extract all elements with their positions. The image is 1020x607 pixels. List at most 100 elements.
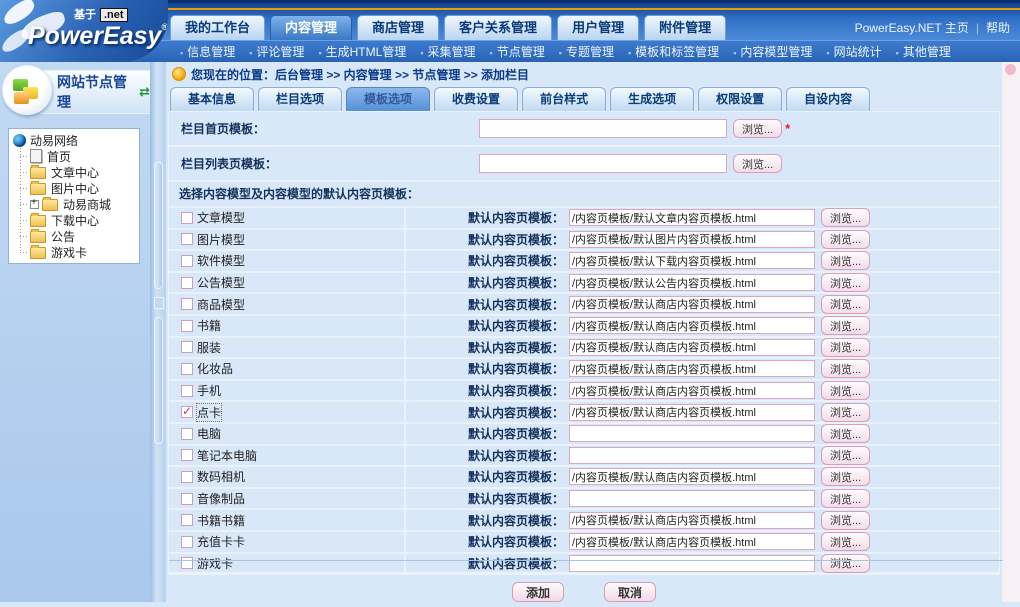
model-name[interactable]: 软件模型 bbox=[197, 252, 245, 269]
model-checkbox[interactable] bbox=[181, 428, 193, 440]
home-link[interactable]: PowerEasy.NET 主页 bbox=[855, 21, 969, 35]
model-name[interactable]: 文章模型 bbox=[197, 209, 245, 226]
sub-nav-item[interactable]: 专题管理 bbox=[559, 43, 614, 60]
content-tab[interactable]: 收费设置 bbox=[434, 87, 518, 111]
splitter-collapse-knob[interactable] bbox=[154, 297, 164, 309]
browse-button[interactable]: 浏览... bbox=[821, 251, 870, 270]
model-template-input[interactable] bbox=[569, 404, 815, 421]
content-tab[interactable]: 模板选项 bbox=[346, 87, 430, 111]
browse-button[interactable]: 浏览... bbox=[821, 273, 870, 292]
add-button[interactable]: 添加 bbox=[512, 582, 564, 602]
browse-button[interactable]: 浏览... bbox=[821, 511, 870, 530]
model-checkbox[interactable] bbox=[181, 363, 193, 375]
model-checkbox[interactable] bbox=[181, 536, 193, 548]
model-template-input[interactable] bbox=[569, 339, 815, 356]
model-checkbox[interactable] bbox=[181, 320, 193, 332]
sub-nav-item[interactable]: 模板和标签管理 bbox=[628, 43, 719, 60]
browse-button[interactable]: 浏览... bbox=[821, 338, 870, 357]
sub-nav-item[interactable]: 内容模型管理 bbox=[733, 43, 812, 60]
splitter-handle[interactable] bbox=[154, 317, 163, 444]
splitter-handle[interactable] bbox=[154, 162, 163, 289]
model-name[interactable]: 手机 bbox=[197, 382, 221, 399]
model-template-input[interactable] bbox=[569, 382, 815, 399]
model-template-input[interactable] bbox=[569, 209, 815, 226]
browse-button[interactable]: 浏览... bbox=[821, 316, 870, 335]
model-template-input[interactable] bbox=[569, 555, 815, 572]
expand-icon[interactable] bbox=[30, 200, 39, 209]
browse-button[interactable]: 浏览... bbox=[821, 359, 870, 378]
model-checkbox[interactable] bbox=[181, 255, 193, 267]
model-checkbox[interactable] bbox=[181, 471, 193, 483]
model-template-input[interactable] bbox=[569, 533, 815, 550]
browse-button[interactable]: 浏览... bbox=[821, 446, 870, 465]
model-template-input[interactable] bbox=[569, 512, 815, 529]
model-template-input[interactable] bbox=[569, 360, 815, 377]
model-checkbox[interactable] bbox=[181, 212, 193, 224]
tree-node[interactable]: 图片中心 bbox=[20, 180, 139, 196]
sub-nav-item[interactable]: 采集管理 bbox=[420, 43, 475, 60]
model-template-input[interactable] bbox=[569, 425, 815, 442]
help-link[interactable]: 帮助 bbox=[986, 21, 1010, 35]
browse-button[interactable]: 浏览... bbox=[821, 532, 870, 551]
browse-button[interactable]: 浏览... bbox=[821, 208, 870, 227]
sub-nav-item[interactable]: 信息管理 bbox=[180, 43, 235, 60]
model-name[interactable]: 书籍 bbox=[197, 317, 221, 334]
model-name[interactable]: 图片模型 bbox=[197, 231, 245, 248]
sub-nav-item[interactable]: 网站统计 bbox=[826, 43, 881, 60]
content-tab[interactable]: 前台样式 bbox=[522, 87, 606, 111]
browse-button[interactable]: 浏览... bbox=[821, 554, 870, 573]
sub-nav-item[interactable]: 节点管理 bbox=[490, 43, 545, 60]
sub-nav-item[interactable]: 评论管理 bbox=[249, 43, 304, 60]
browse-button[interactable]: 浏览... bbox=[733, 154, 782, 173]
browse-button[interactable]: 浏览... bbox=[821, 467, 870, 486]
tree-root-node[interactable]: 动易网络 bbox=[13, 132, 139, 148]
sidebar-splitter[interactable] bbox=[150, 62, 166, 602]
model-checkbox[interactable] bbox=[181, 341, 193, 353]
model-name[interactable]: 化妆品 bbox=[197, 360, 233, 377]
template-path-input[interactable] bbox=[479, 119, 727, 138]
model-name[interactable]: 充值卡卡 bbox=[197, 533, 245, 550]
model-checkbox[interactable] bbox=[181, 514, 193, 526]
header-nav-tab[interactable]: 商店管理 bbox=[357, 15, 439, 40]
model-checkbox[interactable] bbox=[181, 493, 193, 505]
model-checkbox[interactable] bbox=[181, 449, 193, 461]
model-template-input[interactable] bbox=[569, 296, 815, 313]
header-nav-tab[interactable]: 内容管理 bbox=[270, 15, 352, 40]
cancel-button[interactable]: 取消 bbox=[604, 582, 656, 602]
model-name[interactable]: 游戏卡 bbox=[197, 555, 233, 572]
browse-button[interactable]: 浏览... bbox=[733, 119, 782, 138]
model-template-input[interactable] bbox=[569, 274, 815, 291]
content-tab[interactable]: 生成选项 bbox=[610, 87, 694, 111]
sub-nav-item[interactable]: 生成HTML管理 bbox=[318, 43, 406, 60]
model-name[interactable]: 书籍书籍 bbox=[197, 512, 245, 529]
browse-button[interactable]: 浏览... bbox=[821, 295, 870, 314]
content-tab[interactable]: 栏目选项 bbox=[258, 87, 342, 111]
header-nav-tab[interactable]: 附件管理 bbox=[644, 15, 726, 40]
model-template-input[interactable] bbox=[569, 490, 815, 507]
sub-nav-item[interactable]: 其他管理 bbox=[896, 43, 951, 60]
model-template-input[interactable] bbox=[569, 252, 815, 269]
model-name[interactable]: 点卡 bbox=[197, 404, 221, 421]
browse-button[interactable]: 浏览... bbox=[821, 230, 870, 249]
right-scroll-strip[interactable] bbox=[1002, 62, 1020, 602]
browse-button[interactable]: 浏览... bbox=[821, 403, 870, 422]
model-name[interactable]: 笔记本电脑 bbox=[197, 447, 257, 464]
tree-node[interactable]: 游戏卡 bbox=[20, 244, 139, 260]
tree-node[interactable]: 首页 bbox=[20, 148, 139, 164]
header-nav-tab[interactable]: 客户关系管理 bbox=[444, 15, 552, 40]
model-name[interactable]: 数码相机 bbox=[197, 468, 245, 485]
model-checkbox[interactable] bbox=[181, 233, 193, 245]
scroll-dot[interactable] bbox=[1005, 64, 1016, 75]
content-tab[interactable]: 权限设置 bbox=[698, 87, 782, 111]
header-nav-tab[interactable]: 我的工作台 bbox=[170, 15, 265, 40]
model-name[interactable]: 公告模型 bbox=[197, 274, 245, 291]
model-template-input[interactable] bbox=[569, 468, 815, 485]
model-template-input[interactable] bbox=[569, 317, 815, 334]
header-nav-tab[interactable]: 用户管理 bbox=[557, 15, 639, 40]
model-checkbox[interactable] bbox=[181, 298, 193, 310]
content-tab[interactable]: 自设内容 bbox=[786, 87, 870, 111]
template-path-input[interactable] bbox=[479, 154, 727, 173]
tree-node[interactable]: 公告 bbox=[20, 228, 139, 244]
model-name[interactable]: 电脑 bbox=[197, 425, 221, 442]
model-checkbox[interactable] bbox=[181, 406, 193, 418]
